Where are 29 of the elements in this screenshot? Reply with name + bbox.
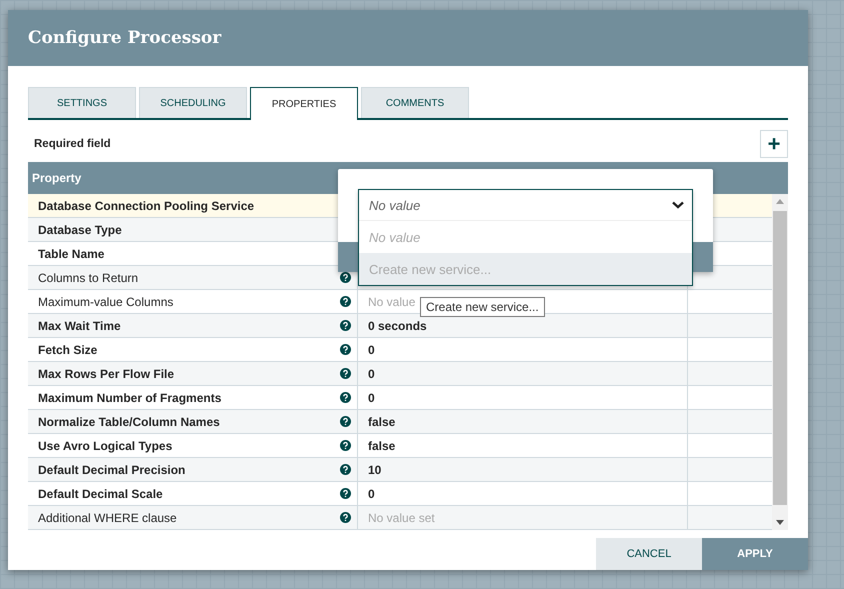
property-value: No value set [368,510,435,524]
property-name: Default Decimal Scale [38,486,163,500]
property-value: false [368,438,396,452]
property-name: Default Decimal Precision [38,462,186,476]
property-value: false [368,414,396,428]
property-name: Columns to Return [38,270,138,284]
tooltip: Create new service... [420,297,545,317]
property-value: 0 [368,366,375,380]
property-name: Max Rows Per Flow File [38,366,174,380]
property-name: Fetch Size [38,342,98,356]
property-name: Maximum-value Columns [38,294,174,308]
dialog-title: Configure Processor [28,28,222,48]
property-name: Additional WHERE clause [38,510,177,524]
required-field-note: Required field [33,138,111,150]
property-name: Maximum Number of Fragments [38,390,222,404]
property-name: Table Name [38,246,104,260]
property-name: Database Connection Pooling Service [38,198,254,212]
property-value: 0 [368,486,375,500]
property-value: 0 [368,342,375,356]
dropdown-value: No value [369,198,420,212]
property-name: Use Avro Logical Types [38,438,172,452]
property-value: 0 seconds [368,318,427,332]
property-name: Max Wait Time [38,318,121,332]
property-name: Database Type [38,222,122,236]
property-name: Normalize Table/Column Names [38,414,220,428]
column-header: Property [31,171,82,185]
property-value: No value [368,294,416,308]
property-value: 10 [368,462,382,476]
property-value: 0 [368,390,375,404]
